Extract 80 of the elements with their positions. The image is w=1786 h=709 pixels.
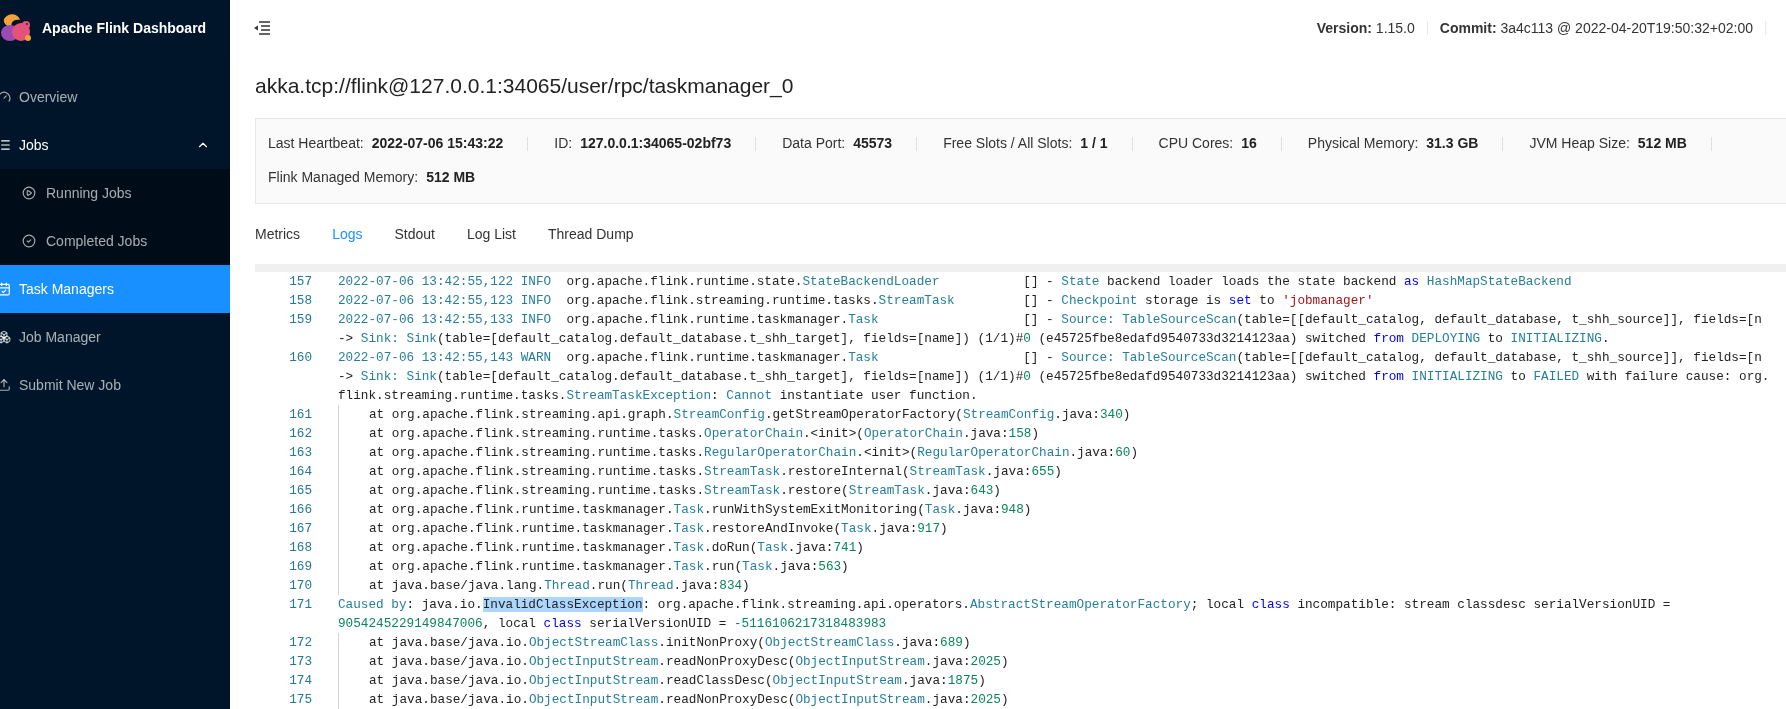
detail-label: Free Slots / All Slots: bbox=[943, 134, 1073, 153]
log-line: at org.apache.flink.streaming.runtime.tasks.StreamTask.restoreInternal(StreamTask.java:655) bbox=[369, 462, 1062, 481]
detail-label: JVM Heap Size: bbox=[1529, 134, 1630, 153]
log-line: at org.apache.flink.runtime.taskmanager.Task.run(Task.java:563) bbox=[369, 557, 849, 576]
log-line: at java.base/java.io.ObjectInputStream.readClassDesc(ObjectInputStream.java:1875) bbox=[369, 671, 986, 690]
log-line: at org.apache.flink.streaming.runtime.tasks.OperatorChain.<init>(OperatorChain.java:158) bbox=[369, 424, 1040, 443]
detail-label: Physical Memory: bbox=[1307, 134, 1419, 153]
play-circle-icon bbox=[22, 186, 36, 200]
log-line: -> Sink: Sink(table=[default_catalog.default_database.t_shh_target], fields=[name]) (1/1)#0 (e45725fbe8edafd9540733d3214123aa) switched from DEPLOYING to INITIALIZING. bbox=[338, 329, 1611, 348]
line-number: 174 bbox=[288, 671, 312, 690]
page-title: akka.tcp://flink@127.0.0.1:34065/user/rpc/taskmanager_0 bbox=[255, 73, 795, 100]
detail-value: 45573 bbox=[853, 134, 893, 153]
line-number: 163 bbox=[288, 443, 312, 462]
tab[interactable]: Stdout bbox=[394, 223, 435, 245]
line-number: 167 bbox=[288, 519, 312, 538]
line-number: 165 bbox=[288, 481, 312, 500]
blocks-icon bbox=[0, 330, 11, 344]
detail-label: ID: bbox=[554, 134, 573, 153]
sidebar-item[interactable]: Jobs bbox=[0, 121, 230, 169]
detail-label: Last Heartbeat: bbox=[268, 134, 364, 153]
line-number: 172 bbox=[288, 633, 312, 652]
tab[interactable]: Thread Dump bbox=[548, 223, 634, 245]
line-number: 169 bbox=[288, 557, 312, 576]
log-line: 9054245229149847006, local class serialVersionUID = -5116106217318483983 bbox=[338, 614, 888, 633]
detail-value: 31.3 GB bbox=[1426, 134, 1479, 153]
line-number: 161 bbox=[288, 405, 312, 424]
log-line: at java.base/java.io.ObjectInputStream.readNonProxyDesc(ObjectInputStream.java:2025) bbox=[369, 690, 1009, 709]
detail-value: 512 MB bbox=[426, 168, 476, 187]
list-icon bbox=[0, 138, 11, 152]
sidebar-item[interactable]: Overview bbox=[0, 73, 230, 121]
sidebar-subitem[interactable]: Running Jobs bbox=[0, 169, 230, 217]
line-number: 168 bbox=[288, 538, 312, 557]
line-number: 175 bbox=[288, 690, 312, 709]
version-text: Version: 1.15.0 bbox=[1316, 18, 1415, 38]
line-number: 157 bbox=[288, 272, 312, 291]
tab[interactable]: Log List bbox=[466, 223, 516, 245]
log-line: 2022-07-06 13:42:55,143 WARN org.apache.flink.runtime.taskmanager.Task [] - Source: TableSourceScan(table=[[default_catalog, default_database, t_shh_source]], fields=[n bbox=[338, 348, 1763, 367]
log-line: at org.apache.flink.streaming.runtime.tasks.RegularOperatorChain.<init>(RegularOperatorChain.java:60) bbox=[369, 443, 1139, 462]
log-line: 2022-07-06 13:42:55,123 INFO org.apache.flink.streaming.runtime.tasks.StreamTask [] - Checkpoint storage is set to 'jobmanager' bbox=[338, 291, 1374, 310]
detail-value: 512 MB bbox=[1637, 134, 1687, 153]
log-line: at org.apache.flink.streaming.api.graph.StreamConfig.getStreamOperatorFactory(StreamConfig.java:340) bbox=[369, 405, 1131, 424]
sidebar-subitem[interactable]: Completed Jobs bbox=[0, 217, 230, 265]
line-number: 160 bbox=[288, 348, 312, 367]
commit-text: Commit: 3a4c113 @ 2022-04-20T19:50:32+02:00 bbox=[1439, 18, 1753, 38]
log-line: flink.streaming.runtime.tasks.StreamTaskException: Cannot instantiate user function. bbox=[338, 386, 979, 405]
line-number: 162 bbox=[288, 424, 312, 443]
sidebar-item[interactable]: Submit New Job bbox=[0, 361, 230, 409]
log-line: Caused by: java.io.InvalidClassException: org.apache.flink.streaming.api.operators.AbstractStreamOperatorFactory; local class incompatible: stream classdesc serialVersionUID = bbox=[338, 595, 1671, 614]
line-number: 159 bbox=[288, 310, 312, 329]
detail-value: 2022-07-06 15:43:22 bbox=[371, 134, 504, 153]
gauge-icon bbox=[0, 90, 11, 104]
line-number: 158 bbox=[288, 291, 312, 310]
log-line: at org.apache.flink.runtime.taskmanager.Task.doRun(Task.java:741) bbox=[369, 538, 864, 557]
line-number: 171 bbox=[288, 595, 312, 614]
log-line: at org.apache.flink.streaming.runtime.tasks.StreamTask.restore(StreamTask.java:643) bbox=[369, 481, 1001, 500]
menu-fold-icon[interactable] bbox=[254, 21, 270, 35]
detail-value: 1 / 1 bbox=[1080, 134, 1108, 153]
detail-label: Flink Managed Memory: bbox=[268, 168, 419, 187]
detail-label: CPU Cores: bbox=[1158, 134, 1234, 153]
line-number: 166 bbox=[288, 500, 312, 519]
log-line: -> Sink: Sink(table=[default_catalog.default_database.t_shh_target], fields=[name]) (1/1)#0 (e45725fbe8edafd9540733d3214123aa) switched from INITIALIZING to FAILED with failure cause: org. bbox=[338, 367, 1770, 386]
detail-value: 16 bbox=[1241, 134, 1257, 153]
log-line: 2022-07-06 13:42:55,122 INFO org.apache.flink.runtime.state.StateBackendLoader [] - State backend loader loads the state backend as HashMapStateBackend bbox=[338, 272, 1572, 291]
tab[interactable]: Metrics bbox=[255, 223, 301, 245]
log-line: at org.apache.flink.runtime.taskmanager.Task.restoreAndInvoke(Task.java:917) bbox=[369, 519, 948, 538]
log-line: at java.base/java.lang.Thread.run(Thread.java:834) bbox=[369, 576, 750, 595]
log-line: at java.base/java.io.ObjectInputStream.readNonProxyDesc(ObjectInputStream.java:2025) bbox=[369, 652, 1009, 671]
brand-title: Apache Flink Dashboard bbox=[42, 18, 207, 38]
sidebar-item[interactable]: Job Manager bbox=[0, 313, 230, 361]
upload-icon bbox=[0, 378, 11, 392]
calendar-icon bbox=[0, 282, 11, 296]
line-number: 173 bbox=[288, 652, 312, 671]
check-circle-icon bbox=[22, 234, 36, 248]
log-line: at java.base/java.io.ObjectStreamClass.initNonProxy(ObjectStreamClass.java:689) bbox=[369, 633, 971, 652]
detail-label: Data Port: bbox=[782, 134, 846, 153]
detail-value: 127.0.0.1:34065-02bf73 bbox=[580, 134, 732, 153]
line-number: 170 bbox=[288, 576, 312, 595]
log-line: at org.apache.flink.runtime.taskmanager.Task.runWithSystemExitMonitoring(Task.java:948) bbox=[369, 500, 1032, 519]
log-line: 2022-07-06 13:42:55,133 INFO org.apache.flink.runtime.taskmanager.Task [] - Source: TableSourceScan(table=[[default_catalog, default_database, t_shh_source]], fields=[n bbox=[338, 310, 1762, 329]
line-number: 164 bbox=[288, 462, 312, 481]
